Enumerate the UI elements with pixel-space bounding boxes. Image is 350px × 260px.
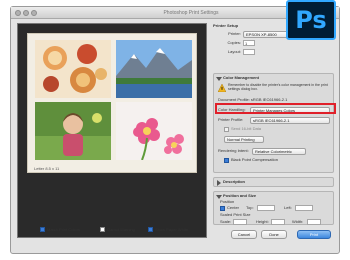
minimize-window-button[interactable] <box>23 10 29 16</box>
done-button[interactable]: Done <box>261 230 287 239</box>
description-header: Description <box>223 179 246 184</box>
layout-portrait-button[interactable] <box>243 49 255 55</box>
photo-pink-flowers[interactable] <box>116 102 192 160</box>
top-field[interactable] <box>257 205 275 211</box>
flowers-photo-image <box>116 102 192 160</box>
height-label: Height: <box>256 219 269 224</box>
color-management-warning: Remember to disable the printer's color … <box>228 83 328 91</box>
width-label: Width: <box>292 219 304 224</box>
print-preview-panel: Letter 8.5 x 11 Match Print Colors Gamut… <box>17 23 207 238</box>
show-paper-white-label: Show Paper White <box>155 227 189 232</box>
scale-label: Scale: <box>220 219 232 224</box>
copies-label: Copies: <box>227 40 241 45</box>
paper-size-label: Letter 8.5 x 11 <box>34 166 60 171</box>
send-16bit-label: Send 16-bit Data <box>231 126 262 131</box>
photo-mountain-lake[interactable] <box>116 40 192 98</box>
child-photo-image <box>35 102 111 160</box>
scaled-print-size-label: Scaled Print Size <box>220 212 251 217</box>
black-point-compensation-label: Black Point Compensation <box>231 157 278 162</box>
printer-select[interactable]: EPSON XP-8500 <box>243 31 291 38</box>
photo-food[interactable] <box>35 40 111 98</box>
photoshop-logo: Ps <box>286 0 336 40</box>
scale-field[interactable] <box>233 219 247 225</box>
normal-printing-select[interactable]: Normal Printing <box>224 136 264 143</box>
food-photo-image <box>35 40 111 98</box>
left-field[interactable] <box>295 205 313 211</box>
height-field[interactable] <box>271 219 285 225</box>
cancel-button[interactable]: Cancel <box>231 230 257 239</box>
close-window-button[interactable] <box>15 10 21 16</box>
chevron-down-icon[interactable] <box>216 77 222 81</box>
window-title: Photoshop Print Settings <box>163 10 219 16</box>
print-button[interactable]: Print <box>297 230 331 239</box>
printer-profile-label: Printer Profile: <box>218 117 244 122</box>
printer-setup-header: Printer Setup <box>213 23 239 28</box>
printer-profile-select[interactable]: sRGB IEC61966-2.1 <box>250 117 330 124</box>
color-management-header: Color Management <box>223 75 260 80</box>
settings-panel: Printer Setup Printer: EPSON XP-8500 Cop… <box>211 23 336 239</box>
rendering-intent-label: Rendering Intent: <box>218 148 249 153</box>
top-label: Top: <box>246 205 254 210</box>
color-handling-highlight <box>215 103 336 114</box>
show-paper-white-checkbox[interactable] <box>148 227 153 232</box>
layout-label: Layout: <box>227 49 241 54</box>
position-size-group: Position and Size Position Center Top: L… <box>213 191 334 225</box>
left-label: Left: <box>284 205 292 210</box>
photo-child[interactable] <box>35 102 111 160</box>
width-field[interactable] <box>307 219 321 225</box>
rendering-intent-select[interactable]: Relative Colorimetric <box>252 148 306 155</box>
center-checkbox[interactable] <box>220 206 225 211</box>
send-16bit-checkbox[interactable] <box>224 127 229 132</box>
copies-field[interactable]: 1 <box>243 40 255 46</box>
print-settings-window: Photoshop Print Settings Letter 8.5 x 11… <box>10 6 340 254</box>
match-print-colors-checkbox[interactable] <box>40 227 45 232</box>
color-management-group: Color Management Remember to disable the… <box>213 73 334 173</box>
black-point-compensation-checkbox[interactable] <box>224 158 229 163</box>
warning-icon <box>218 84 226 92</box>
match-print-colors-label: Match Print Colors <box>47 227 80 232</box>
center-label: Center <box>227 205 240 210</box>
printer-label: Printer: <box>228 31 241 36</box>
description-group: Description <box>213 177 334 187</box>
zoom-window-button[interactable] <box>31 10 37 16</box>
mountain-photo-image <box>116 40 192 98</box>
chevron-right-icon[interactable] <box>217 180 221 186</box>
paper-preview: Letter 8.5 x 11 <box>27 33 197 173</box>
gamut-warning-label: Gamut Warning <box>107 227 135 232</box>
gamut-warning-checkbox[interactable] <box>100 227 105 232</box>
